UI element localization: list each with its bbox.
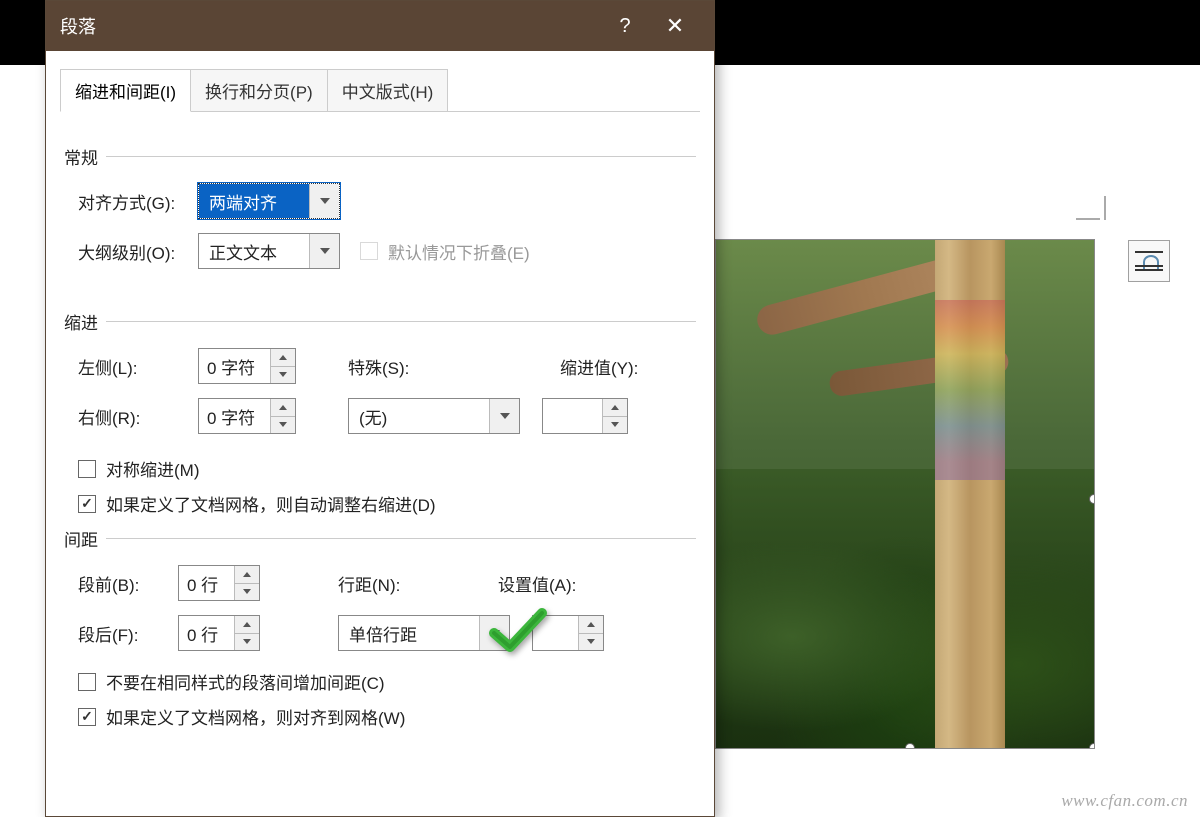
group-spacing: 间距 bbox=[64, 526, 696, 551]
tab-indent-spacing[interactable]: 缩进和间距(I) bbox=[60, 69, 191, 112]
resize-handle-bottom[interactable] bbox=[905, 743, 915, 749]
spinner-up-button[interactable] bbox=[271, 399, 295, 417]
group-general-label: 常规 bbox=[64, 144, 98, 169]
arrow-down-icon bbox=[243, 589, 251, 594]
special-indent-label: 特殊(S): bbox=[348, 354, 528, 379]
alignment-label: 对齐方式(G): bbox=[78, 189, 198, 214]
dialog-titlebar: 段落 ? ✕ bbox=[46, 1, 714, 51]
tab-line-page-breaks[interactable]: 换行和分页(P) bbox=[191, 69, 328, 112]
collapse-label: 默认情况下折叠(E) bbox=[388, 239, 530, 264]
indent-right-label: 右侧(R): bbox=[78, 404, 198, 429]
outline-dropdown-button[interactable] bbox=[309, 234, 339, 268]
mirror-indent-checkbox[interactable] bbox=[78, 460, 96, 478]
space-after-value[interactable]: 0 行 bbox=[179, 616, 235, 650]
line-spacing-combo[interactable]: 单倍行距 bbox=[338, 615, 510, 651]
spinner-down-button[interactable] bbox=[271, 367, 295, 384]
watermark-text: www.cfan.com.cn bbox=[1061, 791, 1188, 811]
auto-adjust-indent-label: 如果定义了文档网格，则自动调整右缩进(D) bbox=[106, 491, 436, 516]
no-space-same-style-checkbox[interactable] bbox=[78, 673, 96, 691]
image-content bbox=[716, 240, 1094, 748]
arrow-up-icon bbox=[279, 355, 287, 360]
special-indent-value: (无) bbox=[349, 399, 489, 433]
indent-left-spinner[interactable]: 0 字符 bbox=[198, 348, 296, 384]
spinner-up-button[interactable] bbox=[579, 616, 603, 634]
dialog-tabs: 缩进和间距(I) 换行和分页(P) 中文版式(H) bbox=[46, 51, 714, 112]
arrow-up-icon bbox=[587, 622, 595, 627]
spinner-down-button[interactable] bbox=[235, 634, 259, 651]
chevron-down-icon bbox=[490, 630, 500, 636]
resize-handle-right[interactable] bbox=[1089, 494, 1095, 504]
alignment-value: 两端对齐 bbox=[199, 184, 309, 218]
spinner-up-button[interactable] bbox=[271, 349, 295, 367]
mirror-indent-label: 对称缩进(M) bbox=[106, 456, 199, 481]
arrow-down-icon bbox=[243, 639, 251, 644]
indent-by-label: 缩进值(Y): bbox=[560, 354, 638, 379]
outline-level-value: 正文文本 bbox=[199, 234, 309, 268]
special-dropdown-button[interactable] bbox=[489, 399, 519, 433]
arrow-down-icon bbox=[279, 422, 287, 427]
chevron-down-icon bbox=[500, 413, 510, 419]
group-spacing-label: 间距 bbox=[64, 526, 98, 551]
group-indent-label: 缩进 bbox=[64, 309, 98, 334]
line-spacing-label: 行距(N): bbox=[338, 571, 498, 596]
arrow-up-icon bbox=[279, 405, 287, 410]
spacing-at-spinner[interactable] bbox=[532, 615, 604, 651]
snap-to-grid-checkbox[interactable] bbox=[78, 708, 96, 726]
auto-adjust-indent-checkbox[interactable] bbox=[78, 495, 96, 513]
arrow-up-icon bbox=[611, 405, 619, 410]
line-spacing-dropdown-button[interactable] bbox=[479, 616, 509, 650]
indent-by-spinner[interactable] bbox=[542, 398, 628, 434]
indent-left-value[interactable]: 0 字符 bbox=[199, 349, 271, 383]
spacing-at-value[interactable] bbox=[533, 616, 579, 650]
special-indent-combo[interactable]: (无) bbox=[348, 398, 520, 434]
alignment-dropdown-button[interactable] bbox=[309, 184, 339, 218]
space-before-value[interactable]: 0 行 bbox=[179, 566, 235, 600]
inserted-image[interactable] bbox=[715, 239, 1095, 749]
group-indent: 缩进 bbox=[64, 309, 696, 334]
spinner-up-button[interactable] bbox=[235, 566, 259, 584]
line-spacing-value: 单倍行距 bbox=[339, 616, 479, 650]
space-after-label: 段后(F): bbox=[78, 621, 178, 646]
layout-options-button[interactable] bbox=[1128, 240, 1170, 282]
help-button[interactable]: ? bbox=[600, 15, 650, 38]
close-button[interactable]: ✕ bbox=[650, 13, 700, 39]
space-before-spinner[interactable]: 0 行 bbox=[178, 565, 260, 601]
chevron-down-icon bbox=[320, 248, 330, 254]
spinner-up-button[interactable] bbox=[603, 399, 627, 417]
indent-left-label: 左侧(L): bbox=[78, 354, 198, 379]
tab-asian-typography[interactable]: 中文版式(H) bbox=[328, 69, 449, 112]
space-before-label: 段前(B): bbox=[78, 571, 178, 596]
spacing-at-label: 设置值(A): bbox=[498, 571, 576, 596]
outline-level-label: 大纲级别(O): bbox=[78, 239, 198, 264]
alignment-combo[interactable]: 两端对齐 bbox=[198, 183, 340, 219]
space-after-spinner[interactable]: 0 行 bbox=[178, 615, 260, 651]
resize-handle-corner[interactable] bbox=[1089, 743, 1095, 749]
spinner-down-button[interactable] bbox=[235, 584, 259, 601]
arrow-down-icon bbox=[279, 372, 287, 377]
snap-to-grid-label: 如果定义了文档网格，则对齐到网格(W) bbox=[106, 704, 405, 729]
indent-by-value[interactable] bbox=[543, 399, 603, 433]
paragraph-dialog: 段落 ? ✕ 缩进和间距(I) 换行和分页(P) 中文版式(H) 常规 对齐方式… bbox=[45, 0, 715, 817]
indent-right-value[interactable]: 0 字符 bbox=[199, 399, 271, 433]
spinner-down-button[interactable] bbox=[579, 634, 603, 651]
dialog-body: 常规 对齐方式(G): 两端对齐 大纲级别(O): 正文文本 默认情况下折叠(E… bbox=[46, 112, 714, 729]
layout-options-icon bbox=[1135, 251, 1163, 271]
arrow-up-icon bbox=[243, 622, 251, 627]
no-space-same-style-label: 不要在相同样式的段落间增加间距(C) bbox=[106, 669, 385, 694]
chevron-down-icon bbox=[320, 198, 330, 204]
arrow-down-icon bbox=[587, 639, 595, 644]
outline-level-combo[interactable]: 正文文本 bbox=[198, 233, 340, 269]
arrow-up-icon bbox=[243, 572, 251, 577]
arrow-down-icon bbox=[611, 422, 619, 427]
indent-right-spinner[interactable]: 0 字符 bbox=[198, 398, 296, 434]
group-general: 常规 bbox=[64, 144, 696, 169]
collapse-checkbox[interactable] bbox=[360, 242, 378, 260]
spinner-down-button[interactable] bbox=[271, 417, 295, 434]
dialog-title: 段落 bbox=[60, 13, 600, 39]
spinner-up-button[interactable] bbox=[235, 616, 259, 634]
spinner-down-button[interactable] bbox=[603, 417, 627, 434]
page-crop-mark bbox=[1076, 190, 1106, 220]
